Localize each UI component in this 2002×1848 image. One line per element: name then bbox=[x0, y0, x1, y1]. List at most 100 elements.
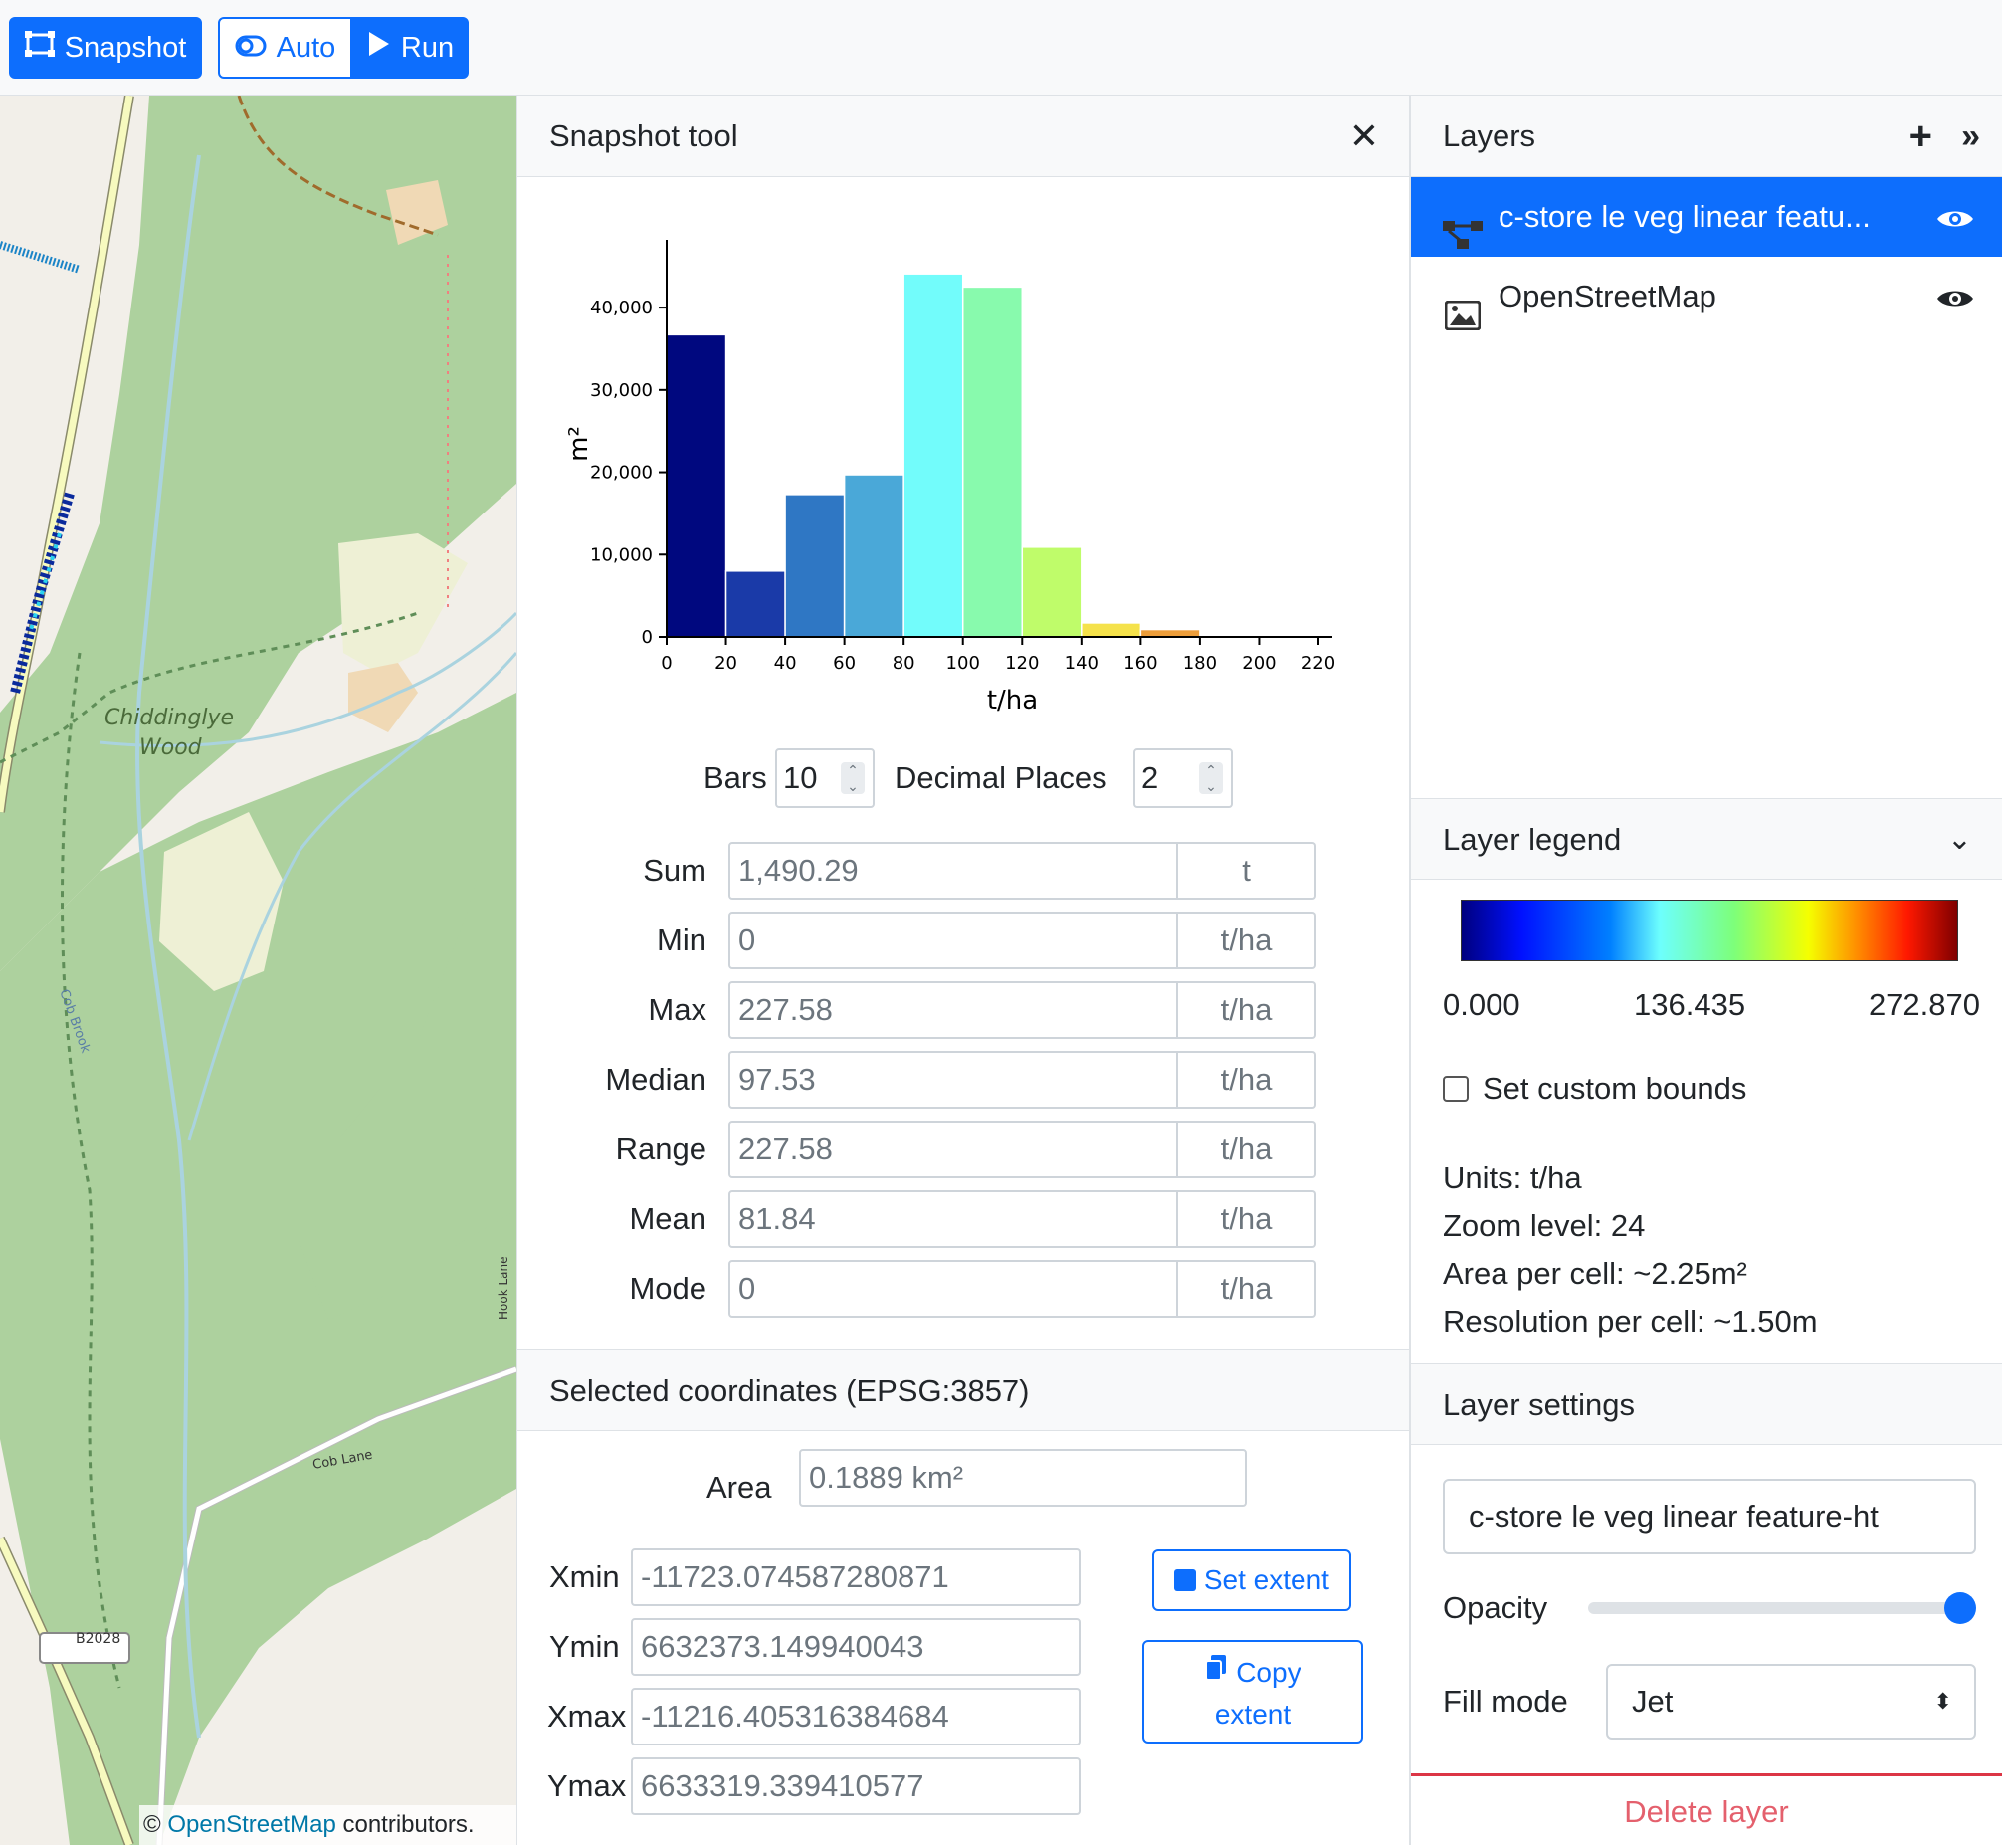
layer-name: OpenStreetMap bbox=[1499, 279, 1716, 313]
copy-extent-label: extent bbox=[1214, 1699, 1292, 1730]
map-view[interactable]: Chiddinglye Wood B2028 Cob Lane Cob Broo… bbox=[0, 96, 516, 1845]
stat-value: 227.58 bbox=[738, 992, 833, 1027]
area-label: Area bbox=[706, 1470, 772, 1505]
custom-bounds-row: Set custom bounds bbox=[1443, 1071, 1746, 1107]
stat-label: Min bbox=[657, 923, 706, 957]
ymin-value: 6632373.149940043 bbox=[641, 1629, 924, 1664]
histogram-controls: Bars 10 ⌃ ⌄ Decimal Places 2 ⌃ ⌄ bbox=[517, 748, 1409, 808]
map-road-label: Hook Lane bbox=[497, 1257, 510, 1321]
ymin-label: Ymin bbox=[549, 1629, 620, 1664]
layer-name: c-store le veg linear featu... bbox=[1499, 199, 1871, 234]
stat-label: Median bbox=[605, 1062, 706, 1097]
stat-unit: t bbox=[1178, 842, 1316, 900]
select-arrows-icon: ⬍ bbox=[1933, 1689, 1952, 1714]
x-tick-label: 60 bbox=[833, 653, 856, 674]
stat-row-median: Median 97.53 t/ha bbox=[517, 1051, 1409, 1109]
stat-value: 0 bbox=[738, 923, 756, 957]
copy-extent-label: Copy bbox=[1236, 1657, 1301, 1688]
attribution-link[interactable]: OpenStreetMap bbox=[167, 1811, 335, 1838]
ymax-label: Ymax bbox=[547, 1768, 627, 1803]
stepper-arrows-icon[interactable]: ⌃ ⌄ bbox=[841, 762, 865, 794]
eye-icon[interactable] bbox=[1936, 257, 1974, 336]
stat-row-sum: Sum 1,490.29 t bbox=[517, 842, 1409, 900]
stat-unit: t/ha bbox=[1178, 1260, 1316, 1318]
x-tick-label: 100 bbox=[946, 653, 980, 674]
ymin-field[interactable]: 6632373.149940043 bbox=[631, 1618, 1081, 1676]
stat-value-field[interactable]: 0 bbox=[728, 1260, 1178, 1318]
histogram-svg: 0 20 40 60 80 100 120 140 160 180 200 220 0 10,000 20,… bbox=[564, 240, 1335, 716]
stat-row-range: Range 227.58 t/ha bbox=[517, 1121, 1409, 1178]
ymax-value: 6633319.339410577 bbox=[641, 1768, 924, 1803]
snapshot-label: Snapshot bbox=[64, 31, 187, 64]
custom-bounds-checkbox[interactable] bbox=[1443, 1076, 1469, 1102]
opacity-label: Opacity bbox=[1443, 1590, 1548, 1625]
y-axis-label: m² bbox=[564, 426, 594, 462]
map-attribution: © OpenStreetMap contributors. bbox=[139, 1805, 516, 1845]
xmax-label: Xmax bbox=[547, 1699, 627, 1734]
stat-value: 81.84 bbox=[738, 1201, 816, 1236]
histogram-bar bbox=[784, 494, 846, 638]
area-field[interactable]: 0.1889 km² bbox=[799, 1449, 1247, 1507]
xmin-field[interactable]: -11723.074587280871 bbox=[631, 1548, 1081, 1606]
snapshot-icon bbox=[24, 31, 55, 65]
stat-value-field[interactable]: 97.53 bbox=[728, 1051, 1178, 1109]
custom-bounds-label: Set custom bounds bbox=[1483, 1071, 1747, 1106]
stat-label: Max bbox=[648, 992, 706, 1027]
y-tick-label: 10,000 bbox=[590, 544, 653, 565]
decimals-label: Decimal Places bbox=[895, 760, 1107, 795]
map-tiles: Chiddinglye Wood B2028 Cob Lane Cob Broo… bbox=[0, 96, 516, 1845]
stat-label: Range bbox=[615, 1131, 706, 1166]
stat-row-mode: Mode 0 t/ha bbox=[517, 1260, 1409, 1318]
stepper-arrows-icon[interactable]: ⌃ ⌄ bbox=[1199, 762, 1223, 794]
stat-value-field[interactable]: 1,490.29 bbox=[728, 842, 1178, 900]
layer-name-input[interactable]: c-store le veg linear feature-ht bbox=[1443, 1479, 1976, 1554]
opacity-slider[interactable] bbox=[1588, 1592, 1976, 1624]
bars-value: 10 bbox=[783, 760, 818, 795]
stat-unit: t/ha bbox=[1178, 1051, 1316, 1109]
layer-legend-title: Layer legend bbox=[1443, 822, 1622, 857]
delete-layer-button[interactable]: Delete layer bbox=[1411, 1773, 2002, 1845]
auto-toggle-button[interactable]: Auto bbox=[218, 17, 352, 79]
copy-extent-button[interactable]: Copy extent bbox=[1142, 1640, 1363, 1744]
x-tick-label: 0 bbox=[661, 653, 672, 674]
stat-row-max: Max 227.58 t/ha bbox=[517, 981, 1409, 1039]
fill-mode-value: Jet bbox=[1632, 1684, 1674, 1719]
layer-item-cstore[interactable]: c-store le veg linear featu... bbox=[1411, 177, 2002, 257]
chevron-down-icon[interactable]: ⌄ bbox=[1947, 799, 1972, 881]
histogram-bar bbox=[1139, 628, 1201, 638]
layer-settings-title: Layer settings bbox=[1443, 1387, 1635, 1422]
xmax-field[interactable]: -11216.405316384684 bbox=[631, 1688, 1081, 1745]
x-tick-label: 200 bbox=[1242, 653, 1276, 674]
stat-label: Sum bbox=[643, 853, 706, 888]
snapshot-panel: Snapshot tool ✕ 0 20 40 60 80 100 120 140 160 180… bbox=[516, 96, 1411, 1845]
stat-value-field[interactable]: 227.58 bbox=[728, 1121, 1178, 1178]
snapshot-button[interactable]: Snapshot bbox=[9, 17, 202, 79]
layers-panel: Layers + » c-store le veg linear featu..… bbox=[1411, 96, 2002, 1845]
bars-stepper[interactable]: 10 ⌃ ⌄ bbox=[775, 748, 875, 808]
layer-item-openstreetmap[interactable]: OpenStreetMap bbox=[1411, 257, 2002, 336]
x-tick-label: 80 bbox=[893, 653, 915, 674]
add-layer-icon[interactable]: + bbox=[1909, 96, 1932, 177]
stat-row-min: Min 0 t/ha bbox=[517, 912, 1409, 969]
decimals-stepper[interactable]: 2 ⌃ ⌄ bbox=[1133, 748, 1233, 808]
resolution-info: Resolution per cell: ~1.50m bbox=[1443, 1304, 1818, 1338]
opacity-slider-thumb[interactable] bbox=[1944, 1592, 1976, 1624]
stat-value-field[interactable]: 0 bbox=[728, 912, 1178, 969]
stat-unit-label: t/ha bbox=[1220, 923, 1273, 957]
play-icon bbox=[367, 30, 391, 66]
stat-unit-label: t/ha bbox=[1220, 1062, 1273, 1097]
fill-mode-select[interactable]: Jet ⬍ bbox=[1606, 1664, 1976, 1740]
x-axis-label: t/ha bbox=[987, 686, 1038, 716]
layer-legend-header[interactable]: Layer legend ⌄ bbox=[1411, 798, 2002, 880]
ymax-field[interactable]: 6633319.339410577 bbox=[631, 1757, 1081, 1815]
run-button[interactable]: Run bbox=[352, 17, 469, 79]
x-tick-label: 40 bbox=[774, 653, 797, 674]
close-icon[interactable]: ✕ bbox=[1349, 96, 1379, 177]
legend-max: 272.870 bbox=[1868, 987, 1980, 1022]
stat-value-field[interactable]: 227.58 bbox=[728, 981, 1178, 1039]
set-extent-button[interactable]: Set extent bbox=[1152, 1549, 1351, 1611]
stat-value-field[interactable]: 81.84 bbox=[728, 1190, 1178, 1248]
collapse-panel-icon[interactable]: » bbox=[1961, 96, 1980, 177]
eye-icon[interactable] bbox=[1936, 177, 1974, 257]
fill-mode-label: Fill mode bbox=[1443, 1684, 1568, 1719]
